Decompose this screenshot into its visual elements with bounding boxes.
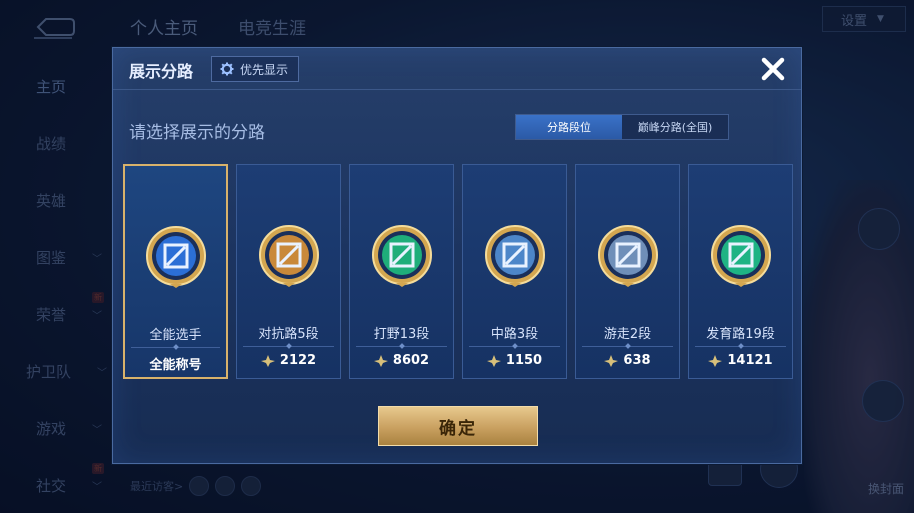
lane-card[interactable]: 对抗路5段 2122 — [236, 164, 341, 379]
choose-lane-label: 请选择展示的分路 — [129, 123, 265, 143]
lane-role-label: 游走2段 — [603, 327, 652, 342]
card-divider — [582, 346, 673, 347]
lane-card[interactable]: 中路3段 1150 — [462, 164, 567, 379]
lane-role-label: 发育路19段 — [706, 327, 775, 342]
rank-points-icon — [708, 354, 723, 367]
lane-score-value: 2122 — [279, 353, 317, 368]
lane-card[interactable]: 游走2段 638 — [575, 164, 680, 379]
rank-points-icon — [604, 354, 619, 367]
lane-card[interactable]: 发育路19段 14121 — [688, 164, 793, 379]
lane-score: 全能称号 — [125, 354, 226, 373]
lane-display-dialog: 展示分路 优先显示 请选择展示的分路 分路段位 巅峰分路(全国) 全能选手全能称… — [112, 47, 802, 464]
lane-card[interactable]: 打野13段 8602 — [349, 164, 454, 379]
dialog-header: 展示分路 优先显示 — [113, 48, 801, 90]
farm-lane-emblem-icon — [710, 225, 771, 287]
lane-score: 8602 — [350, 353, 453, 368]
close-icon[interactable] — [759, 55, 787, 83]
rank-points-icon — [260, 354, 275, 367]
lane-score: 638 — [576, 353, 679, 368]
card-divider — [243, 346, 334, 347]
segment-lane-rank[interactable]: 分路段位 — [516, 115, 622, 139]
lane-role-label: 打野13段 — [373, 327, 430, 342]
lane-score: 2122 — [237, 353, 340, 368]
lane-card-list: 全能选手 全能称号 对抗路5段 2122 打野13段 8602 中路3段 1150 游走2段 63… — [123, 164, 793, 379]
card-divider — [131, 347, 220, 348]
lane-role-label: 全能选手 — [149, 328, 202, 343]
segment-peak-lane[interactable]: 巅峰分路(全国) — [622, 115, 728, 139]
rank-points-icon — [373, 354, 388, 367]
lane-score-value: 1150 — [505, 353, 543, 368]
jungle-emblem-icon — [371, 225, 432, 287]
lane-score-value: 全能称号 — [149, 358, 202, 373]
priority-display-label: 优先显示 — [240, 62, 289, 77]
lane-role-label: 对抗路5段 — [258, 327, 319, 342]
lane-score-value: 14121 — [727, 353, 773, 368]
confirm-button[interactable]: 确定 — [378, 406, 538, 446]
gear-icon — [220, 62, 234, 76]
lane-score: 14121 — [689, 353, 792, 368]
lane-card[interactable]: 全能选手 全能称号 — [123, 164, 228, 379]
mid-lane-emblem-icon — [484, 225, 545, 287]
lane-role-label: 中路3段 — [490, 327, 539, 342]
lane-score: 1150 — [463, 353, 566, 368]
clash-lane-emblem-icon — [258, 225, 319, 287]
card-divider — [695, 346, 786, 347]
roam-emblem-icon — [597, 225, 658, 287]
all-round-emblem-icon — [145, 226, 206, 288]
lane-score-value: 638 — [623, 353, 651, 368]
lane-score-value: 8602 — [392, 353, 430, 368]
lane-segment-control: 分路段位 巅峰分路(全国) — [515, 114, 729, 140]
dialog-title: 展示分路 — [129, 62, 194, 81]
card-divider — [469, 346, 560, 347]
rank-points-icon — [486, 354, 501, 367]
card-divider — [356, 346, 447, 347]
priority-display-button[interactable]: 优先显示 — [211, 56, 300, 82]
